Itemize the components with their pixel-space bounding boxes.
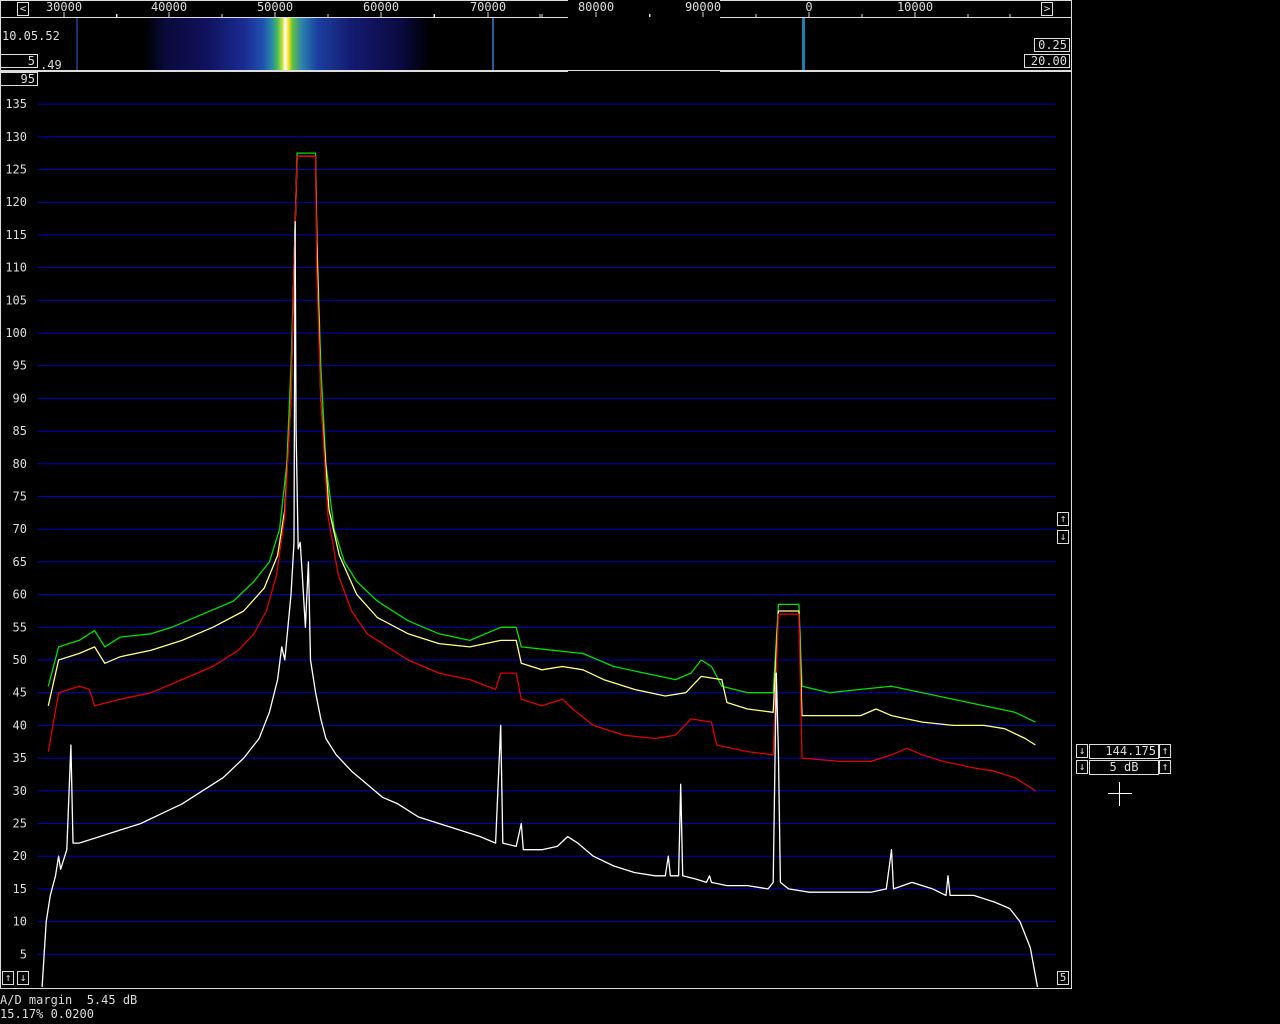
right-panel: ↓ 144.175 ↑ ↓ 5 dB ↑	[1076, 744, 1174, 778]
y-tick-label: 65	[13, 555, 27, 569]
db-step-box[interactable]: 5 dB	[1089, 760, 1159, 775]
y-tick-label: 10	[13, 915, 27, 929]
x-tick-label: 60000	[363, 0, 399, 14]
y-tick-label: 5	[20, 947, 27, 961]
y-tick-label: 15	[13, 882, 27, 896]
x-tick-label: 0	[805, 0, 812, 14]
y-tick-label: 20	[13, 849, 27, 863]
series-line-green	[47, 152, 1036, 723]
x-tick-label: 40000	[151, 0, 187, 14]
y-tick-label: 115	[5, 228, 27, 242]
y-tick-label: 85	[13, 424, 27, 438]
y-tick-label: 30	[13, 784, 27, 798]
y-tick-label: 105	[5, 293, 27, 307]
x-tick-label: 80000	[578, 0, 614, 14]
freq-down-button[interactable]: ↓	[1076, 744, 1088, 758]
range-down-button[interactable]: ↓	[1057, 530, 1069, 544]
y-tick-label: 25	[13, 817, 27, 831]
y-tick-label: 45	[13, 686, 27, 700]
x-tick-label: 30000	[46, 0, 82, 14]
x-tick-label: 70000	[470, 0, 506, 14]
y-tick-label: 125	[5, 163, 27, 177]
y-tick-label: 100	[5, 326, 27, 340]
y-tick-label: 70	[13, 522, 27, 536]
x-tick-label: 10000	[897, 0, 933, 14]
series-line-white	[41, 221, 1039, 988]
db-down-button[interactable]: ↓	[1076, 760, 1088, 774]
crosshair-cursor-icon	[1108, 782, 1132, 806]
y-tick-label: 50	[13, 653, 27, 667]
x-tick-label: 90000	[685, 0, 721, 14]
freq-value-box[interactable]: 144.175	[1089, 744, 1159, 759]
y-tick-label: 110	[5, 261, 27, 275]
db-up-button[interactable]: ↑	[1159, 760, 1171, 774]
bottom-right-value[interactable]: 5	[1057, 971, 1069, 985]
y-tick-label: 90	[13, 391, 27, 405]
series-line-yellow	[47, 155, 1036, 746]
x-tick-label: 50000	[257, 0, 293, 14]
y-tick-label: 130	[5, 130, 27, 144]
y-tick-label: 75	[13, 490, 27, 504]
y-tick-label: 80	[13, 457, 27, 471]
y-tick-label: 95	[13, 359, 27, 373]
y-tick-label: 135	[5, 97, 27, 111]
y-tick-label: 35	[13, 751, 27, 765]
ad-margin-status: A/D margin 5.45 dB	[0, 993, 138, 1007]
freq-up-button[interactable]: ↑	[1159, 744, 1171, 758]
spectrum-up-button[interactable]: ↑	[2, 971, 14, 985]
level-status: 15.17% 0.0200	[0, 1007, 94, 1021]
y-tick-label: 60	[13, 588, 27, 602]
y-tick-label: 55	[13, 620, 27, 634]
spectrum-down-button[interactable]: ↓	[17, 971, 29, 985]
spectrum-chart[interactable]: 5101520253035404550556065707580859095100…	[0, 0, 1280, 1024]
y-tick-label: 40	[13, 718, 27, 732]
series-line-red	[47, 155, 1036, 792]
y-tick-label: 120	[5, 195, 27, 209]
range-up-button[interactable]: ↑	[1057, 512, 1069, 526]
